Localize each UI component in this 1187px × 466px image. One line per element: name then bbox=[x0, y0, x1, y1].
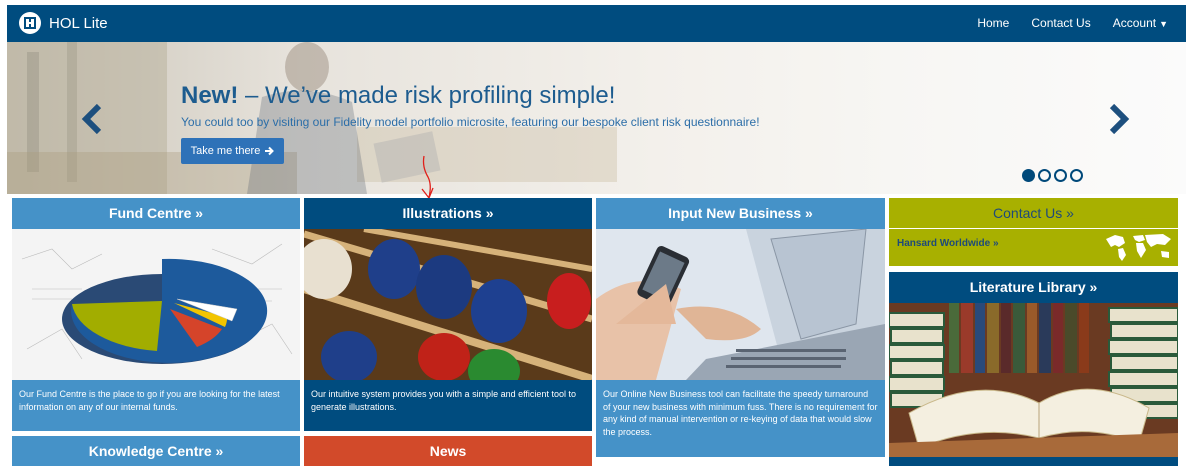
illustrations-abacus-image bbox=[304, 229, 592, 380]
fund-centre-title[interactable]: Fund Centre » bbox=[12, 198, 300, 228]
arrow-right-icon bbox=[265, 146, 275, 156]
input-new-business-tile[interactable]: Input New Business » Our Online New Busi… bbox=[596, 198, 885, 457]
hero-title-highlight: New! bbox=[181, 82, 239, 109]
hero-title: New! – We’ve made risk profiling simple! bbox=[181, 82, 615, 110]
take-me-there-button[interactable]: Take me there bbox=[181, 138, 284, 164]
fund-centre-tile[interactable]: Fund Centre » Our Fund Centre is the pla… bbox=[12, 198, 300, 431]
illustrations-tile[interactable]: Illustrations » Our intuitive system pro… bbox=[304, 198, 592, 431]
carousel-dot-2[interactable] bbox=[1038, 169, 1051, 182]
news-tile[interactable]: News bbox=[304, 436, 592, 466]
input-new-business-title[interactable]: Input New Business » bbox=[596, 198, 885, 228]
top-navbar: HOL Lite Home Contact Us Account ▼ bbox=[7, 5, 1186, 42]
annotation-arrow-icon bbox=[421, 155, 434, 200]
carousel-indicators bbox=[1022, 169, 1083, 182]
literature-library-tile[interactable]: Literature Library » bbox=[889, 272, 1178, 466]
contact-us-tile[interactable]: Contact Us » Hansard Worldwide » bbox=[889, 198, 1178, 266]
literature-library-image bbox=[889, 303, 1178, 457]
chevron-left-icon bbox=[81, 103, 102, 135]
nav-home[interactable]: Home bbox=[977, 16, 1009, 30]
hero-carousel: New! – We’ve made risk profiling simple!… bbox=[7, 42, 1186, 194]
take-me-there-label: Take me there bbox=[190, 145, 261, 157]
hansard-logo-icon bbox=[19, 12, 41, 34]
literature-library-title[interactable]: Literature Library » bbox=[889, 272, 1178, 302]
carousel-prev-button[interactable] bbox=[81, 103, 103, 139]
knowledge-centre-title[interactable]: Knowledge Centre » bbox=[12, 436, 300, 466]
knowledge-centre-tile[interactable]: Knowledge Centre » bbox=[12, 436, 300, 466]
brand[interactable]: HOL Lite bbox=[19, 12, 108, 34]
brand-name: HOL Lite bbox=[49, 14, 108, 32]
contact-us-title[interactable]: Contact Us » bbox=[889, 198, 1178, 228]
nav-account-label: Account bbox=[1112, 16, 1157, 30]
input-new-business-image bbox=[596, 229, 885, 380]
nav-account-dropdown[interactable]: Account ▼ bbox=[1113, 16, 1168, 30]
input-new-business-description: Our Online New Business tool can facilit… bbox=[603, 389, 878, 437]
fund-centre-description: Our Fund Centre is the place to go if yo… bbox=[19, 389, 280, 412]
contact-us-divider bbox=[889, 228, 1178, 229]
nav-contact-us[interactable]: Contact Us bbox=[1031, 16, 1090, 30]
caret-down-icon: ▼ bbox=[1159, 19, 1168, 29]
carousel-dot-4[interactable] bbox=[1070, 169, 1083, 182]
hansard-worldwide-link[interactable]: Hansard Worldwide » bbox=[897, 238, 999, 249]
illustrations-title[interactable]: Illustrations » bbox=[304, 198, 592, 228]
carousel-dot-1[interactable] bbox=[1022, 169, 1035, 182]
carousel-dot-3[interactable] bbox=[1054, 169, 1067, 182]
illustrations-description: Our intuitive system provides you with a… bbox=[311, 389, 576, 412]
hero-title-text: – We’ve made risk profiling simple! bbox=[238, 82, 616, 109]
world-map-icon bbox=[1106, 234, 1171, 261]
chevron-right-icon bbox=[1109, 103, 1130, 135]
carousel-next-button[interactable] bbox=[1108, 103, 1130, 139]
news-title[interactable]: News bbox=[304, 436, 592, 466]
fund-centre-image bbox=[12, 229, 300, 380]
hero-subtitle: You could too by visiting our Fidelity m… bbox=[181, 115, 760, 129]
